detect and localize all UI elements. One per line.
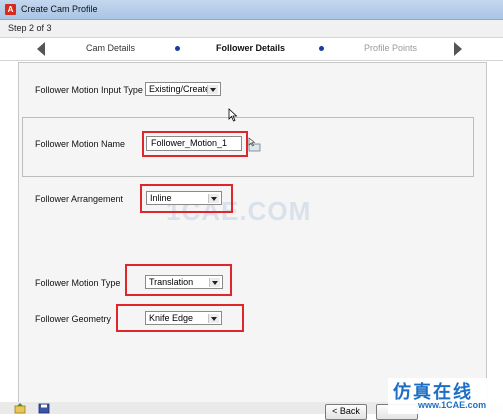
wizard-nav: Cam Details Follower Details Profile Poi…	[0, 37, 503, 61]
step-bar: Step 2 of 3	[0, 20, 503, 37]
highlight-box	[140, 184, 233, 213]
tab-cam-details[interactable]: Cam Details	[86, 43, 135, 53]
input-type-select[interactable]: Existing/Create	[145, 82, 221, 96]
mouse-pointer-icon	[228, 108, 238, 122]
logo-url: www.1CAE.com	[418, 400, 487, 410]
step-dot-icon	[319, 46, 324, 51]
step-dot-icon	[175, 46, 180, 51]
motion-name-label: Follower Motion Name	[35, 139, 126, 149]
form-panel	[18, 62, 487, 404]
arrangement-label: Follower Arrangement	[35, 194, 124, 204]
motion-type-label: Follower Motion Type	[35, 278, 121, 288]
window-titlebar: A Create Cam Profile	[0, 0, 503, 20]
input-type-label: Follower Motion Input Type	[35, 85, 143, 95]
save-icon[interactable]	[38, 403, 50, 414]
tab-profile-points[interactable]: Profile Points	[364, 43, 417, 53]
step-indicator: Step 2 of 3	[8, 23, 52, 33]
chevron-down-icon	[207, 85, 218, 94]
geometry-label: Follower Geometry	[35, 314, 112, 324]
open-file-icon[interactable]	[14, 403, 26, 414]
tab-follower-details[interactable]: Follower Details	[216, 43, 285, 53]
input-type-value: Existing/Create	[149, 84, 211, 94]
back-button[interactable]: < Back	[325, 404, 367, 420]
highlight-box	[116, 304, 244, 332]
app-icon: A	[5, 4, 16, 15]
watermark-logo: 仿真在线 www.1CAE.com	[388, 378, 503, 414]
window-title: Create Cam Profile	[21, 4, 98, 14]
entity-picker-icon[interactable]	[247, 137, 261, 152]
arrow-left-icon[interactable]	[37, 42, 45, 56]
highlight-box	[125, 264, 232, 296]
arrow-right-icon[interactable]	[454, 42, 462, 56]
highlight-box	[142, 131, 248, 157]
